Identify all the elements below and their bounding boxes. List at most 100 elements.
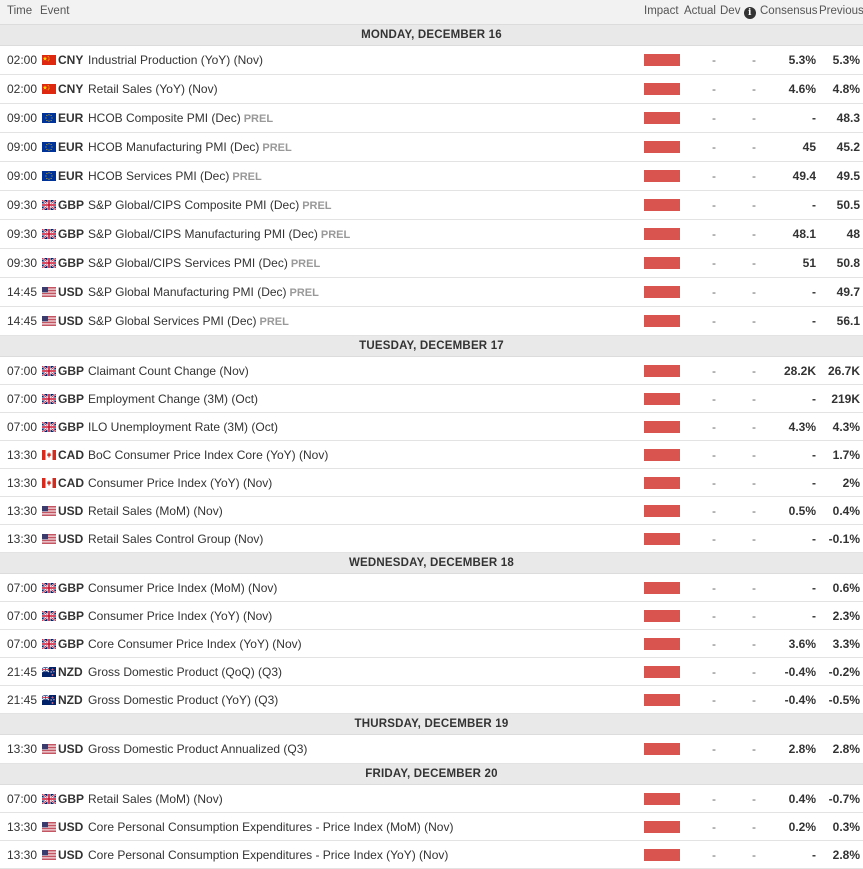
event-name[interactable]: Retail Sales (YoY) (Nov) [88, 82, 218, 96]
event-title[interactable]: BoC Consumer Price Index Core (YoY) (Nov… [88, 448, 328, 462]
event-row[interactable]: 09:00 EUR HCOB Services PMI (Dec) PREL - - 49.… [0, 162, 863, 191]
event-title[interactable]: S&P Global Manufacturing PMI (Dec) [88, 285, 287, 299]
event-title[interactable]: Consumer Price Index (YoY) (Nov) [88, 609, 272, 623]
event-name[interactable]: S&P Global/CIPS Composite PMI (Dec) PREL [88, 198, 332, 212]
previous-value: 5.3% [832, 53, 860, 67]
event-title[interactable]: HCOB Composite PMI (Dec) [88, 111, 241, 125]
event-row[interactable]: 07:00 GBP Claimant Count Change (Nov) - - 28.… [0, 357, 863, 385]
event-title[interactable]: Retail Sales (MoM) (Nov) [88, 504, 223, 518]
event-row[interactable]: 13:30 USD Retail Sales Control Group (Nov)… [0, 525, 863, 553]
event-row[interactable]: 07:00 GBP ILO Unemployment Rate (3M) (Oct)… [0, 413, 863, 441]
event-row[interactable]: 07:00 GBP Employment Change (3M) (Oct) - - -2… [0, 385, 863, 413]
event-row[interactable]: 14:45 USD S&P Global Manufacturing PMI (De… [0, 278, 863, 307]
event-name[interactable]: Core Personal Consumption Expenditures -… [88, 820, 453, 834]
event-row[interactable]: 13:30 USD Gross Domestic Product Annualize… [0, 735, 863, 764]
day-header: TUESDAY, DECEMBER 17 [0, 336, 863, 357]
deviation-value: - [752, 198, 756, 212]
event-row[interactable]: 02:00 CNY Industrial Production (YoY) (Nov… [0, 46, 863, 75]
event-name[interactable]: Gross Domestic Product (YoY) (Q3) [88, 693, 278, 707]
event-title[interactable]: S&P Global/CIPS Composite PMI (Dec) [88, 198, 299, 212]
event-title[interactable]: Employment Change (3M) (Oct) [88, 392, 258, 406]
event-name[interactable]: Consumer Price Index (YoY) (Nov) [88, 609, 272, 623]
event-name[interactable]: Core Consumer Price Index (YoY) (Nov) [88, 637, 302, 651]
event-name[interactable]: Consumer Price Index (YoY) (Nov) [88, 476, 272, 490]
header-actual[interactable]: Actual [684, 5, 716, 17]
header-time[interactable]: Time [7, 5, 32, 17]
event-title[interactable]: Gross Domestic Product (YoY) (Q3) [88, 693, 278, 707]
event-title[interactable]: ILO Unemployment Rate (3M) (Oct) [88, 420, 278, 434]
event-name[interactable]: Retail Sales (MoM) (Nov) [88, 504, 223, 518]
event-name[interactable]: HCOB Manufacturing PMI (Dec) PREL [88, 140, 292, 154]
event-name[interactable]: BoC Consumer Price Index Core (YoY) (Nov… [88, 448, 328, 462]
event-name[interactable]: Claimant Count Change (Nov) [88, 364, 249, 378]
event-row[interactable]: 09:30 GBP S&P Global/CIPS Manufacturing PM… [0, 220, 863, 249]
header-previous[interactable]: Previous [819, 5, 863, 17]
event-currency: GBP [58, 363, 85, 378]
event-name[interactable]: Gross Domestic Product (QoQ) (Q3) [88, 665, 282, 679]
header-deviation[interactable]: Dev i [720, 5, 756, 19]
event-title[interactable]: Retail Sales (YoY) (Nov) [88, 82, 218, 96]
event-name[interactable]: S&P Global Manufacturing PMI (Dec) PREL [88, 285, 319, 299]
event-row[interactable]: 09:00 EUR HCOB Manufacturing PMI (Dec) PREL… [0, 133, 863, 162]
event-row[interactable]: 09:30 GBP S&P Global/CIPS Services PMI (De… [0, 249, 863, 278]
event-row[interactable]: 13:30 CAD BoC Consumer Price Index Core (Y… [0, 441, 863, 469]
event-name[interactable]: S&P Global/CIPS Services PMI (Dec) PREL [88, 256, 320, 270]
event-row[interactable]: 09:30 GBP S&P Global/CIPS Composite PMI (D… [0, 191, 863, 220]
event-row[interactable]: 02:00 CNY Retail Sales (YoY) (Nov) - - 4.6% 4.… [0, 75, 863, 104]
event-row[interactable]: 13:30 CAD Consumer Price Index (YoY) (Nov)… [0, 469, 863, 497]
event-row[interactable]: 14:45 USD S&P Global Services PMI (Dec) PRE… [0, 307, 863, 336]
event-title[interactable]: S&P Global/CIPS Manufacturing PMI (Dec) [88, 227, 318, 241]
event-name[interactable]: Consumer Price Index (MoM) (Nov) [88, 581, 277, 595]
header-event[interactable]: Event [40, 5, 69, 17]
event-title[interactable]: Core Consumer Price Index (YoY) (Nov) [88, 637, 302, 651]
previous-value: 0.6% [832, 580, 860, 595]
impact-bar [644, 199, 680, 211]
event-title[interactable]: S&P Global Services PMI (Dec) [88, 314, 257, 328]
event-row[interactable]: 07:00 GBP Core Consumer Price Index (YoY) … [0, 630, 863, 658]
event-name[interactable]: HCOB Composite PMI (Dec) PREL [88, 111, 273, 125]
event-name[interactable]: S&P Global/CIPS Manufacturing PMI (Dec) P… [88, 227, 350, 241]
event-title[interactable]: Consumer Price Index (YoY) (Nov) [88, 476, 272, 490]
deviation-value: - [752, 664, 756, 679]
event-title[interactable]: HCOB Manufacturing PMI (Dec) [88, 140, 259, 154]
consensus-value: - [812, 580, 816, 595]
event-row[interactable]: 21:45 NZD Gross Domestic Product (YoY) (Q3… [0, 686, 863, 714]
event-name[interactable]: Retail Sales Control Group (Nov) [88, 532, 263, 546]
previous-value: 49.7 [836, 285, 860, 299]
event-title[interactable]: Retail Sales (MoM) (Nov) [88, 792, 223, 806]
event-name[interactable]: Retail Sales (MoM) (Nov) [88, 792, 223, 806]
event-title[interactable]: S&P Global/CIPS Services PMI (Dec) [88, 256, 288, 270]
event-name[interactable]: Industrial Production (YoY) (Nov) [88, 53, 263, 67]
info-icon[interactable]: i [743, 7, 756, 19]
event-title[interactable]: HCOB Services PMI (Dec) [88, 169, 229, 183]
event-time: 14:45 [7, 314, 38, 328]
gb-flag-icon [42, 200, 56, 210]
event-name[interactable]: Employment Change (3M) (Oct) [88, 392, 258, 406]
event-title[interactable]: Retail Sales Control Group (Nov) [88, 532, 263, 546]
event-row[interactable]: 13:30 USD Core Personal Consumption Expend… [0, 841, 863, 869]
event-row[interactable]: 21:45 NZD Gross Domestic Product (QoQ) (Q3… [0, 658, 863, 686]
consensus-value: - [812, 285, 816, 299]
previous-value: 1.7% [832, 447, 860, 462]
event-title[interactable]: Gross Domestic Product Annualized (Q3) [88, 742, 307, 756]
event-row[interactable]: 07:00 GBP Retail Sales (MoM) (Nov) - - 0.4% -0… [0, 785, 863, 813]
event-row[interactable]: 07:00 GBP Consumer Price Index (YoY) (Nov)… [0, 602, 863, 630]
event-row[interactable]: 09:00 EUR HCOB Composite PMI (Dec) PREL - - - 4… [0, 104, 863, 133]
event-row[interactable]: 13:30 USD Retail Sales (MoM) (Nov) - - 0.5% 0.… [0, 497, 863, 525]
event-title[interactable]: Claimant Count Change (Nov) [88, 364, 249, 378]
event-row[interactable]: 07:00 GBP Consumer Price Index (MoM) (Nov)… [0, 574, 863, 602]
event-title[interactable]: Core Personal Consumption Expenditures -… [88, 848, 448, 862]
event-name[interactable]: Gross Domestic Product Annualized (Q3) [88, 742, 307, 756]
event-name[interactable]: S&P Global Services PMI (Dec) PREL [88, 314, 289, 328]
event-title[interactable]: Gross Domestic Product (QoQ) (Q3) [88, 665, 282, 679]
header-consensus[interactable]: Consensus [760, 5, 818, 17]
event-name[interactable]: Core Personal Consumption Expenditures -… [88, 848, 448, 862]
event-name[interactable]: ILO Unemployment Rate (3M) (Oct) [88, 420, 278, 434]
header-impact[interactable]: Impact [644, 5, 679, 17]
event-title[interactable]: Consumer Price Index (MoM) (Nov) [88, 581, 277, 595]
event-title[interactable]: Industrial Production (YoY) (Nov) [88, 53, 263, 67]
event-name[interactable]: HCOB Services PMI (Dec) PREL [88, 169, 262, 183]
event-row[interactable]: 13:30 USD Core Personal Consumption Expend… [0, 813, 863, 841]
event-title[interactable]: Core Personal Consumption Expenditures -… [88, 820, 453, 834]
prel-badge: PREL [290, 258, 321, 270]
